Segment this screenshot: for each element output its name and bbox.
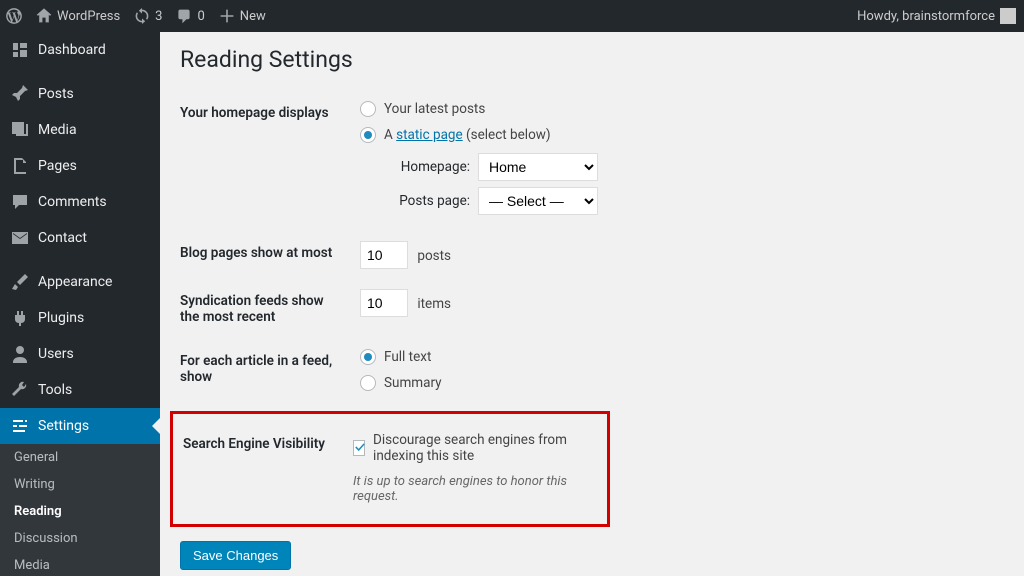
- save-changes-button[interactable]: Save Changes: [180, 541, 291, 570]
- sev-checkbox-label: Discourage search engines from indexing …: [373, 432, 587, 464]
- sidebar-item-label: Settings: [38, 418, 89, 434]
- my-account-link[interactable]: Howdy, brainstormforce: [857, 8, 1016, 24]
- updates-icon: [134, 8, 150, 24]
- settings-submenu: General Writing Reading Discussion Media…: [0, 444, 160, 576]
- mail-icon: [10, 228, 30, 248]
- sidebar-item-label: Comments: [38, 194, 107, 210]
- sidebar-item-dashboard[interactable]: Dashboard: [0, 32, 160, 68]
- sidebar-item-appearance[interactable]: Appearance: [0, 264, 160, 300]
- static-page-link[interactable]: static page: [396, 127, 463, 143]
- search-engine-visibility-highlight: Search Engine Visibility Discourage sear…: [170, 411, 610, 527]
- comments-count: 0: [197, 9, 204, 24]
- radio-full-text-label: Full text: [384, 349, 431, 365]
- site-name-label: WordPress: [57, 9, 120, 24]
- syndication-unit: items: [417, 296, 451, 312]
- new-content-link[interactable]: New: [219, 8, 266, 24]
- comments-icon: [176, 8, 192, 24]
- submenu-reading[interactable]: Reading: [0, 498, 160, 525]
- syndication-label: Syndication feeds show the most recent: [180, 279, 350, 339]
- postspage-select-label: Posts page:: [390, 193, 470, 209]
- plug-icon: [10, 308, 30, 328]
- sidebar-item-contact[interactable]: Contact: [0, 220, 160, 256]
- sidebar-item-label: Appearance: [38, 274, 112, 290]
- postspage-select[interactable]: — Select —: [478, 187, 598, 215]
- plus-icon: [219, 8, 235, 24]
- brush-icon: [10, 272, 30, 292]
- sidebar-item-pages[interactable]: Pages: [0, 148, 160, 184]
- sidebar-item-label: Plugins: [38, 310, 84, 326]
- submenu-writing[interactable]: Writing: [0, 471, 160, 498]
- sidebar-item-label: Pages: [38, 158, 77, 174]
- pages-icon: [10, 156, 30, 176]
- radio-latest-posts-label: Your latest posts: [384, 101, 485, 117]
- site-name-link[interactable]: WordPress: [36, 8, 120, 24]
- wrench-icon: [10, 380, 30, 400]
- sev-label: Search Engine Visibility: [183, 422, 343, 514]
- updates-count: 3: [155, 9, 162, 24]
- home-icon: [36, 8, 52, 24]
- sidebar-item-label: Tools: [38, 382, 72, 398]
- homepage-select[interactable]: Home: [478, 153, 598, 181]
- sev-description: It is up to search engines to honor this…: [353, 474, 587, 504]
- wordpress-icon: [6, 8, 22, 24]
- chat-icon: [10, 192, 30, 212]
- settings-sliders-icon: [10, 416, 30, 436]
- user-icon: [10, 344, 30, 364]
- sidebar-item-users[interactable]: Users: [0, 336, 160, 372]
- sidebar-item-media[interactable]: Media: [0, 112, 160, 148]
- pin-icon: [10, 84, 30, 104]
- page-content: Reading Settings Your homepage displays …: [160, 32, 1024, 576]
- blog-pages-unit: posts: [417, 248, 451, 264]
- comments-link[interactable]: 0: [176, 8, 204, 24]
- sidebar-item-label: Contact: [38, 230, 87, 246]
- radio-full-text[interactable]: [360, 349, 376, 365]
- sidebar-item-comments[interactable]: Comments: [0, 184, 160, 220]
- sidebar-item-label: Posts: [38, 86, 74, 102]
- homepage-displays-label: Your homepage displays: [180, 91, 350, 231]
- sidebar-item-label: Dashboard: [38, 42, 106, 58]
- howdy-label: Howdy, brainstormforce: [857, 9, 995, 24]
- sidebar-item-tools[interactable]: Tools: [0, 372, 160, 408]
- sidebar-item-label: Media: [38, 122, 77, 138]
- radio-summary-label: Summary: [384, 375, 442, 391]
- new-label: New: [240, 9, 266, 24]
- blog-pages-input[interactable]: [360, 241, 408, 269]
- sidebar-item-settings[interactable]: Settings: [0, 408, 160, 444]
- avatar: [1000, 8, 1016, 24]
- wp-logo[interactable]: [6, 8, 22, 24]
- submenu-general[interactable]: General: [0, 444, 160, 471]
- blog-pages-label: Blog pages show at most: [180, 231, 350, 279]
- sidebar-item-plugins[interactable]: Plugins: [0, 300, 160, 336]
- sidebar-item-posts[interactable]: Posts: [0, 76, 160, 112]
- sidebar-item-label: Users: [38, 346, 74, 362]
- media-icon: [10, 120, 30, 140]
- admin-sidebar: Dashboard Posts Media Pages Comments Con…: [0, 32, 160, 576]
- radio-static-page-label: A static page (select below): [384, 127, 551, 143]
- page-title: Reading Settings: [180, 46, 1004, 73]
- submenu-discussion[interactable]: Discussion: [0, 525, 160, 552]
- dashboard-icon: [10, 40, 30, 60]
- syndication-input[interactable]: [360, 289, 408, 317]
- radio-static-page[interactable]: [360, 127, 376, 143]
- sev-checkbox[interactable]: [353, 440, 365, 456]
- radio-summary[interactable]: [360, 375, 376, 391]
- homepage-select-label: Homepage:: [390, 159, 470, 175]
- radio-latest-posts[interactable]: [360, 101, 376, 117]
- submenu-media[interactable]: Media: [0, 552, 160, 576]
- feed-label: For each article in a feed, show: [180, 339, 350, 411]
- updates-link[interactable]: 3: [134, 8, 162, 24]
